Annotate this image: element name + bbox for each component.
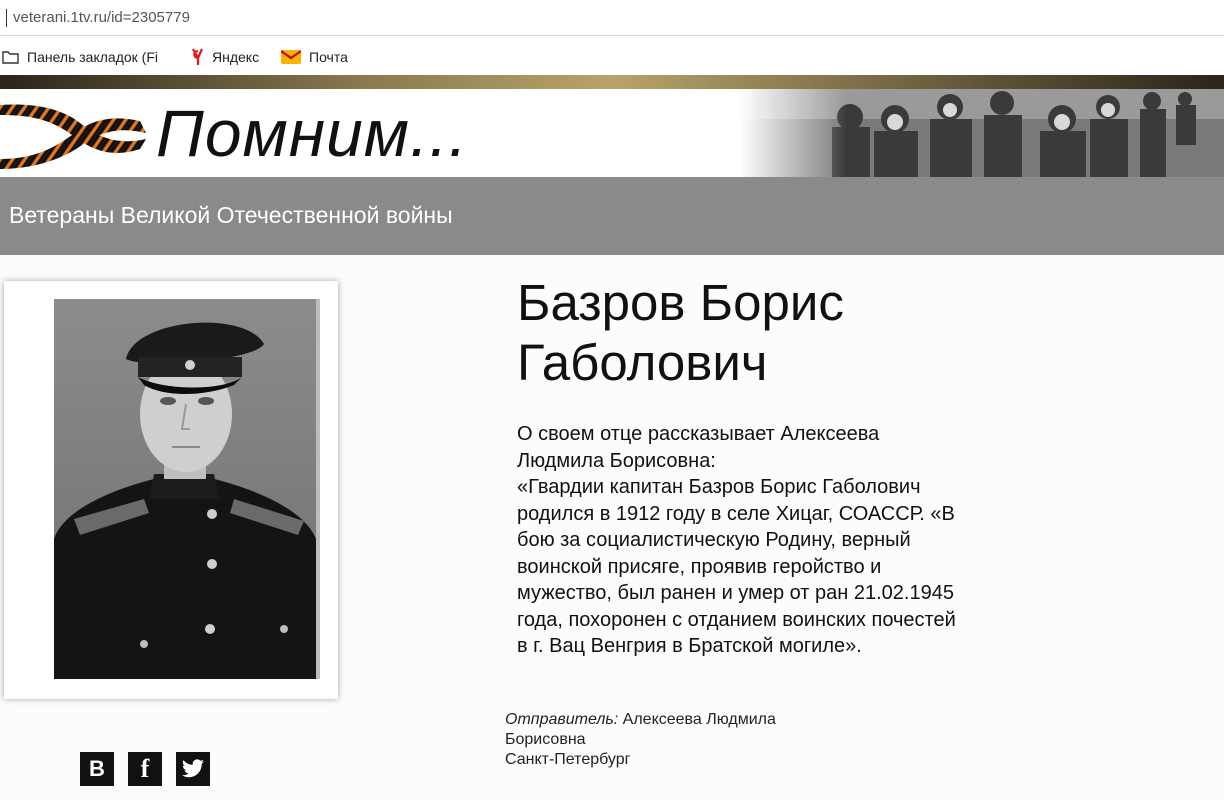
- story-line: воинской присяге, проявив геройство и: [517, 555, 882, 578]
- twitter-icon: [182, 759, 204, 778]
- bookmark-label: Панель закладок (Fi: [27, 49, 158, 65]
- veteran-portrait-photo: [54, 299, 320, 679]
- site-subtitle: Ветераны Великой Отечественной войны: [9, 202, 453, 228]
- st-george-ribbon-icon: [0, 104, 146, 169]
- address-bar[interactable]: veterani.1tv.ru/id=2305779: [0, 0, 1224, 36]
- sender-info: Отправитель: Алексеева Людмила Борисовна…: [505, 710, 825, 770]
- bookmark-label: Почта: [309, 49, 348, 65]
- story-line: Людмила Борисовна:: [517, 449, 716, 472]
- veteran-name: Базров Борис Габолович: [517, 273, 1077, 393]
- facebook-icon: f: [140, 754, 150, 783]
- vk-share-button[interactable]: В: [80, 752, 114, 786]
- story-line: бою за социалистическую Родину, верный: [517, 529, 911, 551]
- vk-icon: В: [89, 756, 105, 781]
- story-line: года, похоронен с отданием воинских поче…: [517, 608, 956, 631]
- story-line: «Гвардии капитан Базров Борис Габолович: [517, 476, 921, 498]
- veteran-name-line2: Габолович: [517, 334, 768, 391]
- sender-label: Отправитель:: [505, 711, 619, 728]
- veteran-photo-card: [4, 281, 338, 699]
- veteran-name-line1: Базров Борис: [517, 274, 844, 331]
- sender-name-part2: Борисовна: [505, 731, 586, 748]
- header-gold-strip: [0, 75, 1224, 89]
- bookmark-label: Яндекс: [212, 49, 260, 65]
- bookmarks-bar: Панель закладок (Fi Яндекс Почта: [0, 37, 1224, 75]
- story-line: родился в 1912 году в селе Хицаг, СОАССР…: [517, 502, 955, 525]
- subtitle-bar: Ветераны Великой Отечественной войны: [0, 177, 1224, 255]
- bookmark-folder[interactable]: Панель закладок (Fi: [2, 47, 158, 67]
- sender-city: Санкт-Петербург: [505, 751, 631, 768]
- bookmark-mail[interactable]: Почта: [281, 47, 348, 67]
- twitter-share-button[interactable]: [176, 752, 210, 786]
- folder-icon: [2, 51, 19, 64]
- mail-icon: [281, 50, 301, 64]
- url-text[interactable]: veterani.1tv.ru/id=2305779: [13, 9, 190, 26]
- text-cursor: [6, 9, 7, 27]
- facebook-share-button[interactable]: f: [128, 752, 162, 786]
- yandex-icon: [192, 48, 204, 65]
- story-line: О своем отце рассказывает Алексеева: [517, 423, 880, 445]
- soldiers-march-photo: [740, 89, 1224, 177]
- story-line: в г. Вац Венгрия в Братской могиле».: [517, 635, 862, 657]
- veteran-story: О своем отце рассказывает Алексеева Людм…: [517, 421, 1017, 660]
- story-line: мужество, был ранен и умер от ран 21.02.…: [517, 582, 954, 604]
- site-banner: Помним...: [0, 89, 1224, 177]
- site-title[interactable]: Помним...: [156, 95, 468, 171]
- bookmark-yandex[interactable]: Яндекс: [190, 47, 259, 67]
- sender-name-part1: Алексеева Людмила: [622, 711, 776, 728]
